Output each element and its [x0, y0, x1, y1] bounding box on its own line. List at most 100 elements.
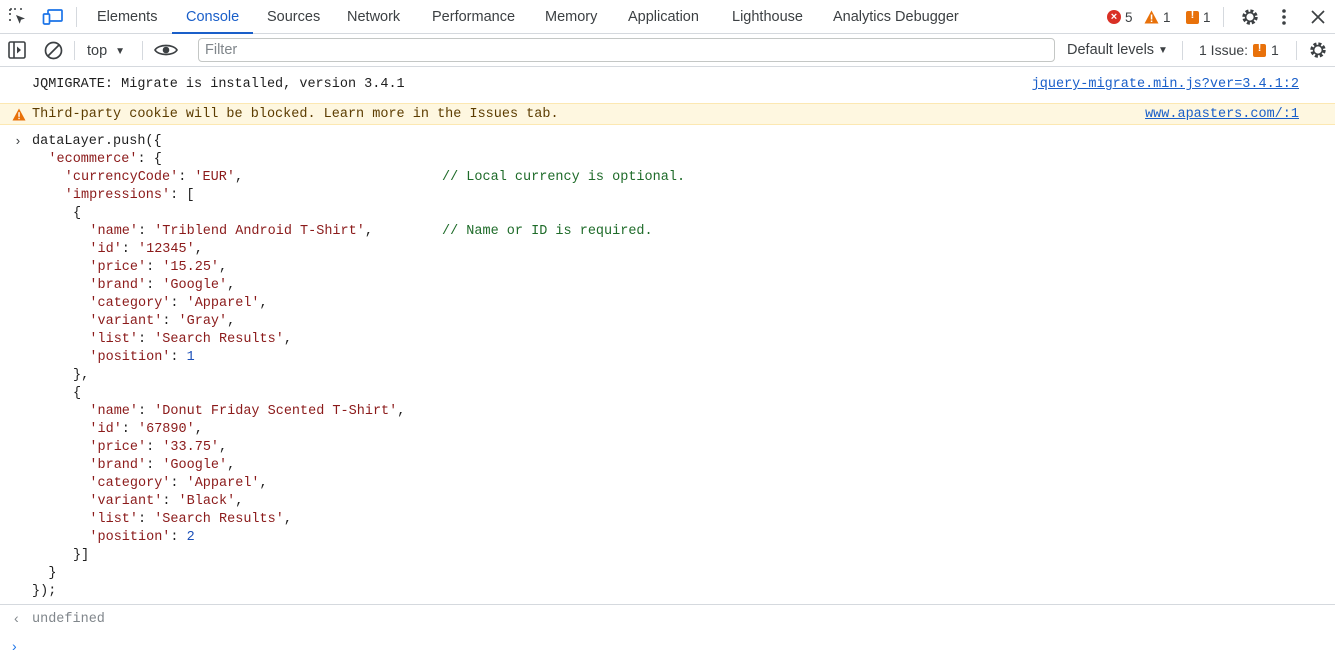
code-value: 'Apparel': [186, 296, 260, 311]
issues-link[interactable]: 1 Issue: 1: [1199, 42, 1279, 59]
tab-network[interactable]: Network: [333, 0, 414, 33]
devtools-tab-bar: Elements Console Sources Network Performance…: [0, 0, 1335, 34]
input-chevron-icon: ›: [14, 134, 22, 149]
code-key: 'name': [89, 224, 138, 239]
code-line: dataLayer.push({: [32, 133, 162, 151]
code-line: },: [73, 368, 90, 383]
settings-gear-icon[interactable]: [1239, 6, 1261, 28]
code-value: 'Search Results': [154, 332, 284, 347]
code-value: 2: [186, 530, 195, 545]
message-text: JQMIGRATE: Migrate is installed, version…: [32, 77, 405, 92]
close-icon[interactable]: [1307, 6, 1329, 28]
dropdown-arrow-icon: ▼: [115, 45, 126, 57]
code-line: 'list': 'Search Results',: [89, 332, 292, 347]
tab-sources[interactable]: Sources: [253, 0, 334, 33]
code-comment: // Local currency is optional.: [442, 170, 686, 185]
code-line: 'impressions': [: [64, 188, 195, 203]
warning-counter[interactable]: 1: [1144, 8, 1171, 26]
code-line: 'name': 'Donut Friday Scented T-Shirt',: [89, 404, 406, 419]
context-label: top: [87, 43, 108, 59]
code-key: 'id': [89, 242, 122, 257]
more-options-icon[interactable]: [1273, 6, 1295, 28]
inspect-element-icon[interactable]: [7, 6, 29, 28]
code-key: 'id': [89, 422, 122, 437]
code-line: {: [73, 386, 82, 401]
code-key: 'category': [89, 296, 171, 311]
error-counter[interactable]: × 5: [1107, 8, 1133, 26]
live-expression-eye-icon[interactable]: [153, 39, 179, 61]
code-value: 'Search Results': [154, 512, 284, 527]
code-value: 'EUR': [194, 170, 235, 185]
log-levels-dropdown[interactable]: Default levels ▼: [1067, 42, 1168, 58]
tab-divider: [1223, 7, 1224, 27]
issue-icon: [1253, 42, 1267, 57]
code-value: 'Apparel': [186, 476, 260, 491]
tab-lighthouse[interactable]: Lighthouse: [718, 0, 817, 33]
code-line: 'id': '12345',: [89, 242, 203, 257]
tab-console[interactable]: Console: [172, 0, 254, 34]
sidebar-toggle-icon[interactable]: [6, 39, 28, 61]
code-value: 'Google': [162, 278, 228, 293]
toolbar-divider: [1182, 41, 1183, 60]
code-key: 'position': [89, 530, 171, 545]
code-key: 'impressions': [64, 188, 171, 203]
error-count: 5: [1125, 9, 1133, 25]
issue-count: 1: [1203, 9, 1211, 25]
toolbar-divider: [74, 41, 75, 60]
code-value: 'Black': [178, 494, 236, 509]
code-line: 'id': '67890',: [89, 422, 203, 437]
issue-icon: [1186, 9, 1199, 24]
code-line: }]: [73, 548, 90, 563]
code-call: });: [32, 584, 57, 599]
code-key: 'ecommerce': [48, 152, 138, 167]
code-value: 'Google': [162, 458, 228, 473]
error-icon: ×: [1107, 10, 1121, 24]
tab-memory[interactable]: Memory: [531, 0, 611, 33]
code-line: 'category': 'Apparel',: [89, 476, 268, 491]
code-key: 'variant': [89, 314, 163, 329]
code-key: 'list': [89, 512, 138, 527]
code-key: 'brand': [89, 458, 147, 473]
code-line: 'brand': 'Google',: [89, 458, 236, 473]
filter-input[interactable]: [198, 38, 1055, 62]
code-line: 'price': '15.25',: [89, 260, 228, 275]
source-link[interactable]: jquery-migrate.min.js?ver=3.4.1:2: [1032, 77, 1299, 92]
code-value: '12345': [138, 242, 195, 257]
code-line: 'price': '33.75',: [89, 440, 228, 455]
code-line: {: [73, 206, 82, 221]
console-message-info: JQMIGRATE: Migrate is installed, version…: [0, 67, 1335, 104]
clear-console-icon[interactable]: [42, 39, 64, 61]
log-levels-label: Default levels: [1067, 42, 1155, 58]
toolbar-divider: [142, 41, 143, 60]
code-line: 'name': 'Triblend Android T-Shirt',: [89, 224, 373, 239]
tab-performance[interactable]: Performance: [418, 0, 529, 33]
tab-analytics-debugger[interactable]: Analytics Debugger: [819, 0, 973, 33]
result-arrow-icon: ‹: [14, 610, 19, 626]
code-line: 'currencyCode': 'EUR',: [64, 170, 244, 185]
code-key: 'list': [89, 332, 138, 347]
code-key: 'price': [89, 440, 147, 455]
tab-application[interactable]: Application: [614, 0, 713, 33]
code-line: 'variant': 'Black',: [89, 494, 244, 509]
code-comment: // Name or ID is required.: [442, 224, 653, 239]
code-line: 'list': 'Search Results',: [89, 512, 292, 527]
warning-icon: [1144, 10, 1159, 24]
tab-elements[interactable]: Elements: [83, 0, 171, 33]
source-link[interactable]: www.apasters.com/:1: [1145, 107, 1299, 122]
code-line: 'brand': 'Google',: [89, 278, 236, 293]
code-key: 'category': [89, 476, 171, 491]
console-settings-gear-icon[interactable]: [1307, 39, 1329, 61]
code-line: 'position': 1: [89, 350, 195, 365]
device-toolbar-icon[interactable]: [42, 6, 64, 28]
context-selector[interactable]: top ▼: [87, 42, 125, 60]
toolbar-divider: [1296, 41, 1297, 60]
issue-counter[interactable]: 1: [1186, 8, 1211, 26]
code-call: dataLayer.push({: [32, 134, 162, 149]
code-line: 'category': 'Apparel',: [89, 296, 268, 311]
console-toolbar: top ▼ Default levels ▼ 1 Issue: 1: [0, 34, 1335, 67]
warning-icon: [12, 108, 26, 121]
code-line: 'variant': 'Gray',: [89, 314, 236, 329]
code-line: });: [32, 583, 56, 601]
console-prompt[interactable]: ›: [12, 638, 17, 654]
code-key: 'variant': [89, 494, 163, 509]
